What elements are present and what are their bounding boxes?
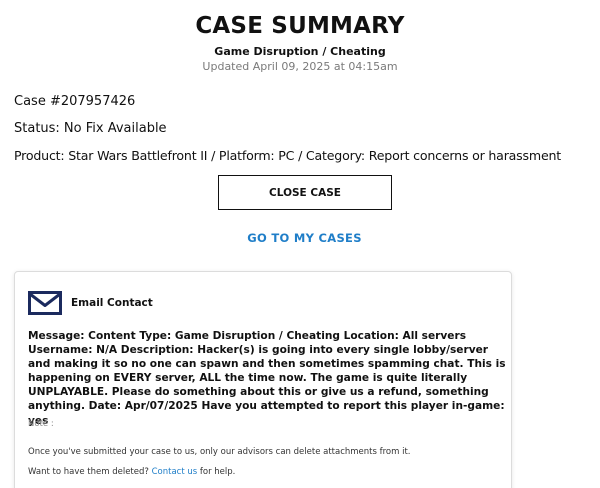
case-product: Product: Star Wars Battlefront II / Plat…: [14, 148, 562, 163]
mail-icon: [28, 291, 62, 315]
case-status: Status: No Fix Available: [14, 121, 167, 136]
delete-prefix: Want to have them deleted?: [28, 467, 149, 477]
go-to-my-cases-link[interactable]: GO TO MY CASES: [0, 231, 600, 245]
email-message: Message: Content Type: Game Disruption /…: [28, 330, 506, 427]
close-case-button[interactable]: CLOSE CASE: [218, 175, 392, 210]
note-label: Note :: [28, 419, 54, 429]
delete-attachments-info: Want to have them deleted? Contact us fo…: [28, 467, 235, 477]
delete-suffix: for help.: [199, 467, 236, 477]
case-info: Case #207957426 Status: No Fix Available…: [14, 94, 599, 164]
attachments-info: Once you've submitted your case to us, o…: [28, 447, 411, 457]
updated-timestamp: Updated April 09, 2025 at 04:15am: [202, 60, 398, 73]
case-number: Case #207957426: [14, 94, 136, 109]
contact-us-link[interactable]: Contact us: [152, 467, 198, 477]
case-category: Game Disruption / Cheating: [214, 45, 386, 58]
email-contact-header: Email Contact: [28, 291, 153, 315]
email-contact-title: Email Contact: [71, 297, 153, 309]
case-header: CASE SUMMARY Game Disruption / Cheating …: [0, 0, 600, 74]
page-title: CASE SUMMARY: [195, 13, 405, 39]
email-contact-card: Email Contact Message: Content Type: Gam…: [14, 271, 512, 488]
